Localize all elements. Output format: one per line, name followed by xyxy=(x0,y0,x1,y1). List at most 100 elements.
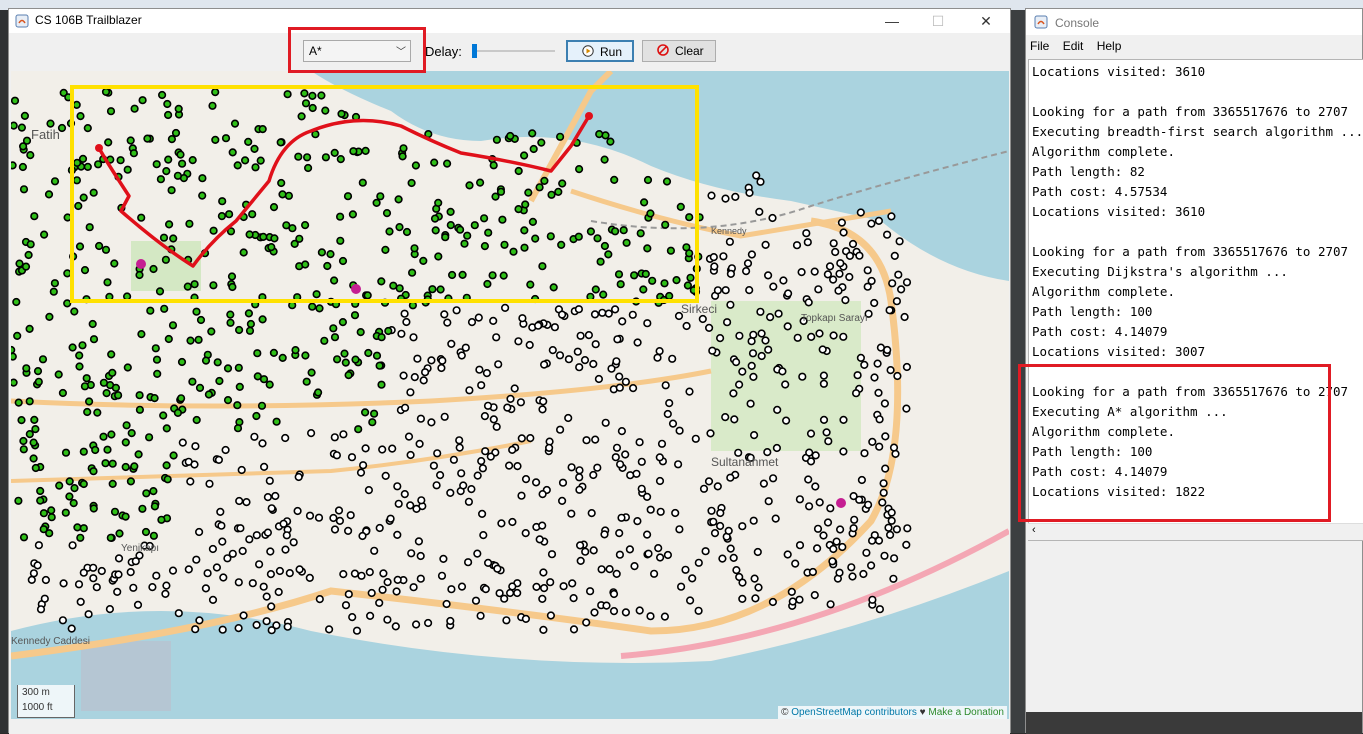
hospital-marker xyxy=(836,498,846,508)
clear-button[interactable]: Clear xyxy=(642,40,716,62)
visited-node xyxy=(354,425,363,434)
visited-node xyxy=(49,287,58,296)
visited-node xyxy=(685,249,694,258)
unvisited-node xyxy=(366,611,375,621)
unvisited-node xyxy=(715,334,725,343)
visited-node xyxy=(646,209,655,218)
unvisited-node xyxy=(668,419,678,428)
visited-node xyxy=(258,124,267,134)
unvisited-node xyxy=(517,491,526,500)
visited-node xyxy=(558,179,567,188)
unvisited-node xyxy=(271,491,280,501)
unvisited-node xyxy=(688,574,697,583)
visited-node xyxy=(351,355,360,364)
unvisited-node xyxy=(675,426,684,435)
unvisited-node xyxy=(685,387,694,396)
unvisited-node xyxy=(726,300,735,309)
unvisited-node xyxy=(860,449,869,458)
console-horizontal-scrollbar[interactable]: ‹ xyxy=(1028,523,1363,540)
menu-file[interactable]: File xyxy=(1030,39,1049,53)
visited-node xyxy=(31,425,40,434)
donation-link[interactable]: Make a Donation xyxy=(928,707,1004,718)
run-button[interactable]: Run xyxy=(566,40,634,62)
menu-help[interactable]: Help xyxy=(1097,39,1122,53)
unvisited-node xyxy=(352,626,362,635)
unvisited-node xyxy=(837,218,847,227)
delay-label: Delay: xyxy=(425,44,462,59)
unvisited-node xyxy=(379,569,388,578)
unvisited-node xyxy=(902,404,911,413)
title-bar[interactable]: CS 106B Trailblazer — ☐ ✕ xyxy=(9,9,1010,33)
visited-node xyxy=(151,344,160,353)
visited-node xyxy=(198,191,207,200)
visited-node xyxy=(519,151,529,160)
visited-node xyxy=(91,445,100,455)
unvisited-node xyxy=(825,262,835,271)
unvisited-node xyxy=(811,451,820,460)
unvisited-node xyxy=(902,278,912,287)
visited-node xyxy=(514,166,523,176)
maximize-icon[interactable]: ☐ xyxy=(915,9,961,33)
unvisited-node xyxy=(774,309,783,318)
unvisited-node xyxy=(464,497,474,506)
visited-node xyxy=(230,119,240,128)
minimize-icon[interactable]: — xyxy=(869,9,915,33)
unvisited-node xyxy=(447,585,456,594)
console-menubar: File Edit Help xyxy=(1026,39,1127,57)
chevron-left-icon[interactable]: ‹ xyxy=(1032,524,1036,536)
unvisited-node xyxy=(673,460,683,469)
unvisited-node xyxy=(633,517,642,526)
osm-contributors-link[interactable]: OpenStreetMap contributors xyxy=(791,707,917,718)
map-canvas[interactable]: Fatih Sirkeci Topkapı Sarayı Sultanahmet… xyxy=(11,71,1009,719)
visited-node xyxy=(15,259,24,268)
unvisited-node xyxy=(644,549,653,558)
visited-node xyxy=(574,164,584,174)
visited-node xyxy=(29,454,38,463)
visited-node xyxy=(398,152,407,161)
unvisited-node xyxy=(235,496,244,506)
unvisited-node xyxy=(589,359,598,369)
visited-node xyxy=(192,415,201,425)
unvisited-node xyxy=(826,504,835,513)
unvisited-node xyxy=(344,526,353,536)
visited-node xyxy=(190,280,199,289)
unvisited-node xyxy=(617,427,627,436)
visited-node xyxy=(159,411,168,420)
unvisited-node xyxy=(236,524,245,533)
visited-node xyxy=(108,479,117,489)
visited-node xyxy=(395,223,404,232)
visited-node xyxy=(29,438,38,447)
highlight-algorithm-select xyxy=(288,27,426,73)
visited-node xyxy=(152,160,161,169)
menu-edit[interactable]: Edit xyxy=(1063,39,1084,53)
unvisited-node xyxy=(314,513,324,522)
visited-node xyxy=(192,307,201,316)
delay-slider[interactable] xyxy=(471,43,559,59)
visited-node xyxy=(36,496,45,505)
unvisited-node xyxy=(446,488,455,498)
visited-node xyxy=(531,234,540,243)
unvisited-node xyxy=(888,279,897,288)
visited-node xyxy=(361,146,370,155)
unvisited-node xyxy=(731,358,741,367)
console-title-bar[interactable]: Console xyxy=(1026,9,1362,35)
console-line: Path cost: 4.14079 xyxy=(1032,324,1168,339)
unvisited-node xyxy=(713,286,723,295)
unvisited-node xyxy=(367,588,376,598)
visited-node xyxy=(70,307,79,316)
visited-node xyxy=(135,405,144,414)
close-icon[interactable]: ✕ xyxy=(963,9,1009,33)
visited-node xyxy=(320,336,329,345)
visited-node xyxy=(94,241,104,251)
unvisited-node xyxy=(105,604,114,614)
visited-node xyxy=(11,352,17,361)
unvisited-node xyxy=(769,282,778,291)
visited-node xyxy=(138,96,147,105)
visited-node xyxy=(428,285,437,294)
unvisited-node xyxy=(391,622,400,631)
unvisited-node xyxy=(218,625,227,634)
unvisited-node xyxy=(591,435,600,444)
unvisited-node xyxy=(559,582,568,591)
unvisited-node xyxy=(443,318,452,327)
visited-node xyxy=(26,240,35,249)
